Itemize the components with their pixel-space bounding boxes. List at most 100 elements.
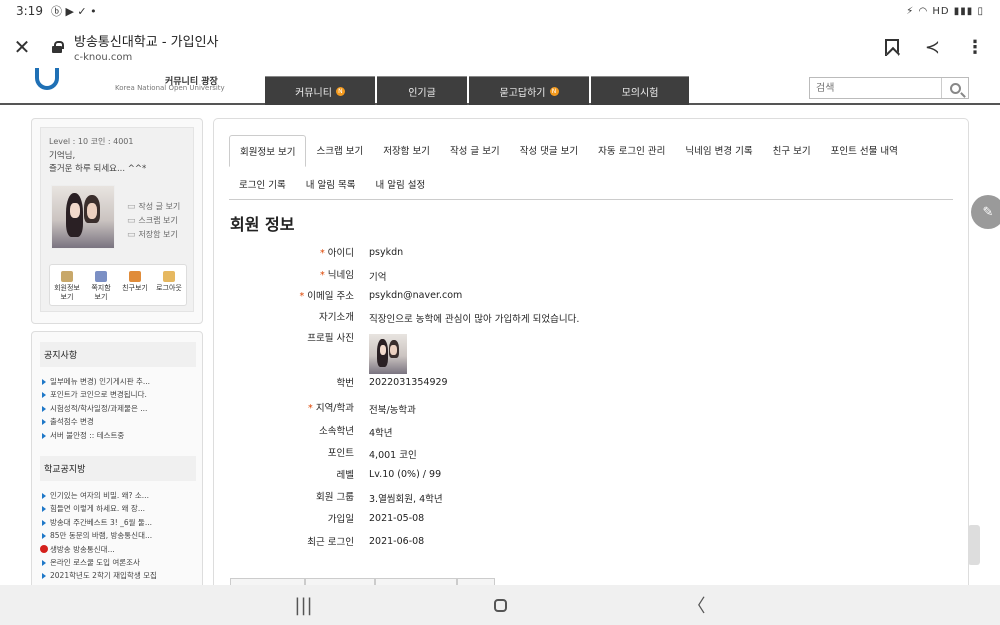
info-row: 최근 로그인 2021-06-08 <box>229 534 949 548</box>
user-links: 작성 글 보기 스크랩 보기 저장함 보기 <box>127 200 180 242</box>
nav-item[interactable]: 인기글 <box>377 76 467 105</box>
home-icon[interactable] <box>493 598 507 612</box>
info-label-text: 아이디 <box>327 248 354 259</box>
info-value: 4학년 <box>369 428 393 439</box>
main-nav: 커뮤니티 N 인기글 묻고답하기 N 모의시험 <box>265 76 689 105</box>
user-action-button[interactable]: 쪽지함 보기 <box>85 271 117 302</box>
info-row: 소속학년 4학년 <box>229 423 949 439</box>
info-value: 2021-06-08 <box>369 536 425 547</box>
info-label: 프로필 사진 <box>229 330 354 374</box>
notice-list: 일부메뉴 변경) 인기게시판 추... 포인트가 코인으로 변경됩니다. 시험성적/… <box>40 375 196 442</box>
edit-icon[interactable]: ✎ <box>971 195 1000 229</box>
info-label: 가입일 <box>229 511 354 525</box>
user-action-icon <box>163 271 175 282</box>
search-input[interactable] <box>810 78 941 98</box>
level-coin-info: Level : 10 코인 : 4001 <box>49 137 134 146</box>
tab[interactable]: 로그인 기록 <box>229 169 296 199</box>
more-menu-icon[interactable]: ⋮ <box>966 37 984 58</box>
info-label-text: 가입일 <box>327 514 354 525</box>
tab[interactable]: 내 알림 목록 <box>296 169 366 199</box>
notice-item[interactable]: 2021학년도 2학기 재입학생 모집 <box>40 569 196 582</box>
school-notice-title: 학교공지방 <box>40 456 196 481</box>
search-box <box>809 77 969 99</box>
tab[interactable]: 닉네임 변경 기록 <box>675 135 762 167</box>
info-row: 가입일 2021-05-08 <box>229 511 949 525</box>
bookmark-icon[interactable] <box>884 38 899 56</box>
nav-item[interactable]: 커뮤니티 N <box>265 76 375 105</box>
info-row: * 이메일 주소 psykdn@naver.com <box>229 288 949 302</box>
user-action-icon <box>61 271 73 282</box>
tab[interactable]: 자동 로그인 관리 <box>588 135 675 167</box>
user-action-label: 회원정보 <box>54 284 80 292</box>
close-icon[interactable]: ✕ <box>2 35 42 59</box>
notice-item[interactable]: 온라인 로스쿨 도입 여론조사 <box>40 556 196 569</box>
notice-item[interactable]: 방송대 주간베스트 3! _6월 둘... <box>40 516 196 529</box>
info-value: 3.열씸회원, 4학년 <box>369 494 443 505</box>
my-posts-link[interactable]: 작성 글 보기 <box>127 200 180 214</box>
user-action-button[interactable]: 로그아웃 <box>153 271 185 293</box>
user-box: Level : 10 코인 : 4001 기억님, 즐거운 하루 되세요... … <box>40 127 194 312</box>
info-label: 레벨 <box>229 467 354 481</box>
new-badge-icon: N <box>549 86 559 96</box>
user-action-button[interactable]: 친구보기 <box>119 271 151 293</box>
user-action-button[interactable]: 회원정보 보기 <box>51 271 83 302</box>
page-info[interactable]: 방송통신대학교 - 가입인사 c-knou.com <box>74 31 219 63</box>
info-value: Lv.10 (0%) / 99 <box>369 469 442 480</box>
tab[interactable]: 작성 글 보기 <box>440 135 510 167</box>
notice-item[interactable]: 포인트가 코인으로 변경됩니다. <box>40 388 196 401</box>
school-notice-section: 학교공지방 인기있는 여자의 비밀. 왜? 소... 힘들면 이렇게 하세요. 왜… <box>40 456 196 583</box>
user-action-label: 로그아웃 <box>156 284 182 292</box>
info-row: 회원 그룹 3.열씸회원, 4학년 <box>229 489 949 505</box>
site-logo[interactable]: 커뮤니티 광장 Korea National Open University <box>35 68 225 100</box>
info-row: 포인트 4,001 코인 <box>229 445 949 461</box>
logo-mark-icon <box>35 68 59 90</box>
tab[interactable]: 저장함 보기 <box>373 135 440 167</box>
nav-item[interactable]: 묻고답하기 N <box>469 76 589 105</box>
member-tabs: 회원정보 보기 스크랩 보기 저장함 보기 작성 글 보기 작성 댓글 보기 자동 로그인… <box>229 135 953 200</box>
scrap-link[interactable]: 스크랩 보기 <box>127 214 180 228</box>
greeting-name: 기억님, <box>49 151 76 161</box>
info-label: 소속학년 <box>229 423 354 439</box>
nav-item-label: 모의시험 <box>621 87 659 99</box>
notice-item[interactable]: 인기있는 여자의 비밀. 왜? 소... <box>40 489 196 502</box>
tab[interactable]: 친구 보기 <box>763 135 821 167</box>
back-icon[interactable]: 〈 <box>687 592 707 618</box>
tab[interactable]: 회원정보 보기 <box>229 135 307 167</box>
section-title: 회원 정보 <box>230 215 295 234</box>
notice-item[interactable]: 시험성적/학사일정/과제물은 ... <box>40 402 196 415</box>
info-label-text: 포인트 <box>327 448 354 459</box>
profile-photo <box>369 334 407 374</box>
tab[interactable]: 작성 댓글 보기 <box>510 135 588 167</box>
scroll-to-top-button[interactable] <box>968 525 980 565</box>
info-row: 자기소개 직장인으로 농학에 관심이 많아 가입하게 되었습니다. <box>229 309 949 325</box>
nav-item[interactable]: 모의시험 <box>591 76 689 105</box>
info-value: 2022031354929 <box>369 377 448 388</box>
search-button[interactable] <box>941 78 968 98</box>
saved-link[interactable]: 저장함 보기 <box>127 228 180 242</box>
required-mark: * <box>319 270 328 281</box>
info-value: 전북/농학과 <box>369 405 416 416</box>
info-label-text: 지역/학과 <box>315 403 354 414</box>
share-icon[interactable]: ≺ <box>925 37 940 58</box>
notice-item[interactable]: 서버 불안정 :: 테스트중 <box>40 429 196 442</box>
notice-item[interactable]: 출석점수 변경 <box>40 415 196 428</box>
notice-item[interactable]: 생방송 방송통신대... <box>40 543 196 556</box>
greeting-message: 즐거운 하루 되세요... ^^* <box>49 164 147 174</box>
user-action-icon <box>95 271 107 282</box>
lock-icon <box>52 41 64 53</box>
notice-item[interactable]: 85만 동문의 바램, 방송통신대... <box>40 529 196 542</box>
user-action-label-2: 보기 <box>94 293 108 301</box>
info-label: 최근 로그인 <box>229 534 354 548</box>
user-action-label: 쪽지함 <box>91 284 111 292</box>
info-row: * 지역/학과 전북/농학과 <box>229 400 949 416</box>
tab[interactable]: 포인트 선물 내역 <box>821 135 908 167</box>
notice-item[interactable]: 일부메뉴 변경) 인기게시판 추... <box>40 375 196 388</box>
notice-item[interactable]: 힘들면 이렇게 하세요. 왜 장... <box>40 502 196 515</box>
tab[interactable]: 스크랩 보기 <box>306 135 373 167</box>
info-label: 학번 <box>229 375 354 389</box>
info-value: 4,001 코인 <box>369 450 417 461</box>
info-label: 회원 그룹 <box>229 489 354 505</box>
greeting: 기억님, 즐거운 하루 되세요... ^^* <box>49 150 146 176</box>
tab[interactable]: 내 알림 설정 <box>365 169 435 199</box>
recents-icon[interactable]: ||| <box>294 595 314 616</box>
